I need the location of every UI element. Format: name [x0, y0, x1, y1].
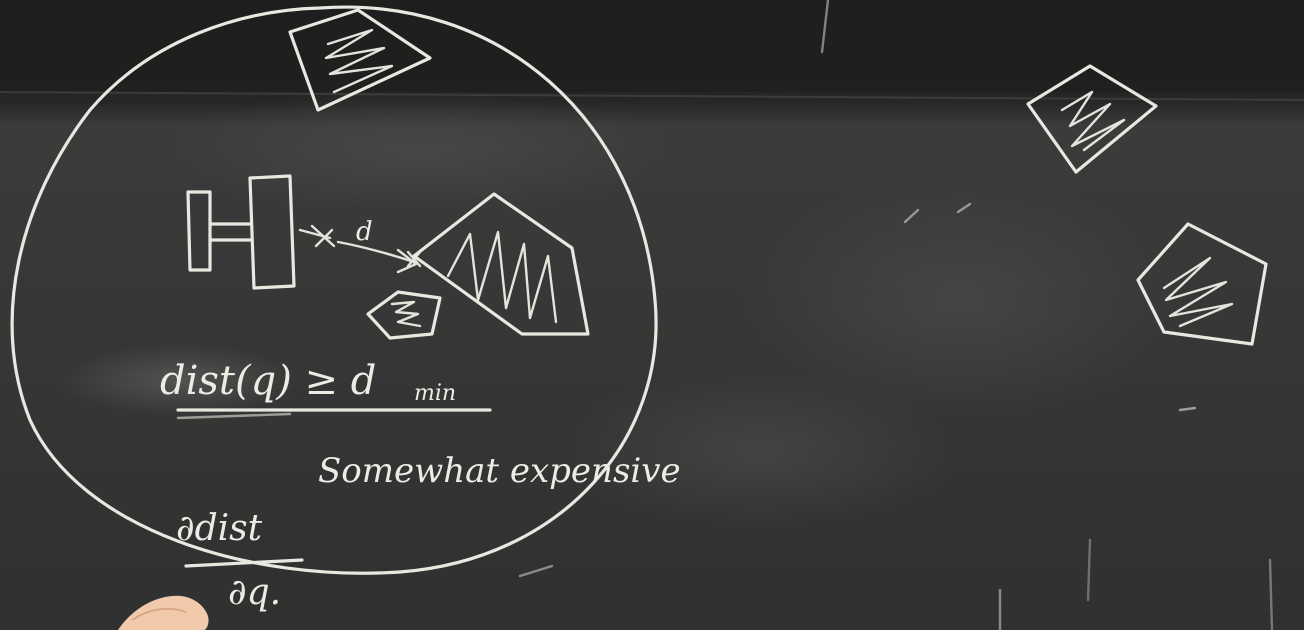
constraint-formula: dist(q) ≥ d [160, 358, 376, 404]
chalkboard-photo: d dist(q) ≥ d min Somewhat expensive ∂di… [0, 0, 1304, 630]
derivative-denominator: ∂q. [228, 572, 281, 613]
chalkboard-drawing: d dist(q) ≥ d min Somewhat expensive ∂di… [0, 0, 1304, 630]
derivative-numerator: ∂dist [176, 508, 263, 549]
chalk-smudge [160, 90, 680, 210]
distance-label: d [356, 217, 373, 247]
constraint-subscript: min [414, 381, 456, 406]
cost-note: Somewhat expensive [318, 451, 681, 491]
